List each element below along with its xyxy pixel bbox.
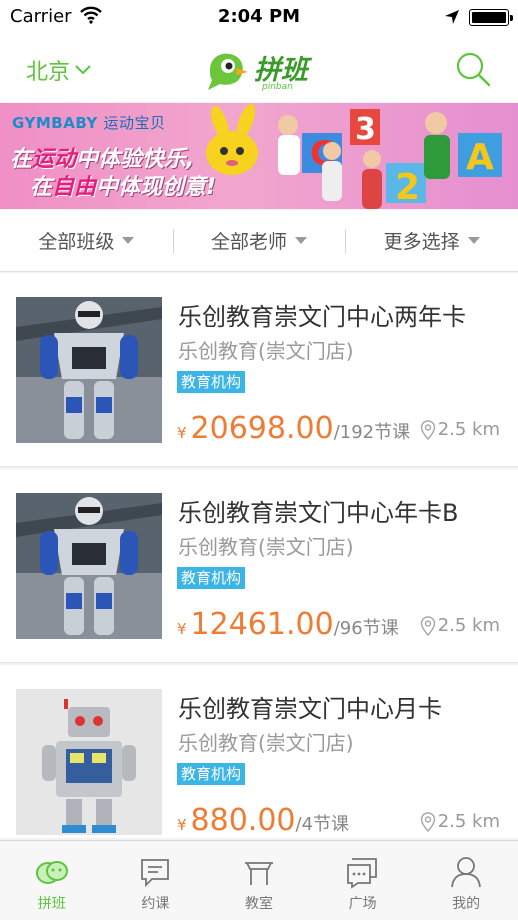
caret-down-icon <box>467 237 480 244</box>
course-card[interactable]: 乐创教育崇文门中心年卡B 乐创教育(崇文门店) 教育机构 ¥ 12461.00 … <box>0 469 518 663</box>
status-bar: Carrier 2:04 PM <box>0 0 518 36</box>
course-title: 乐创教育崇文门中心年卡B <box>178 499 459 527</box>
status-time: 2:04 PM <box>217 6 301 27</box>
course-thumbnail-image <box>16 297 162 443</box>
caret-down-icon <box>295 237 308 244</box>
price-currency: ¥ <box>177 816 187 834</box>
course-card[interactable]: 乐创教育崇文门中心月卡 乐创教育(崇文门店) 教育机构 ¥ 880.00 /4节… <box>0 665 518 838</box>
course-organization: 乐创教育(崇文门店) <box>178 339 354 363</box>
banner-highlight: 自由 <box>52 175 97 200</box>
course-thumbnail-image <box>16 689 162 835</box>
distance: 2.5 km <box>420 811 500 832</box>
tab-profile[interactable]: 我的 <box>414 841 518 920</box>
distance: 2.5 km <box>420 615 500 636</box>
banner-brand-cn: 运动宝贝 <box>103 114 166 132</box>
course-tag: 教育机构 <box>177 371 246 393</box>
lesson-count: /192节课 <box>333 422 411 443</box>
battery-icon <box>469 9 513 26</box>
square-chat-icon <box>346 858 377 889</box>
filter-label: 更多选择 <box>383 231 460 253</box>
location-icon <box>445 10 459 24</box>
user-icon <box>451 857 482 888</box>
course-organization: 乐创教育(崇文门店) <box>178 731 354 755</box>
tab-label: 拼班 <box>37 896 66 912</box>
tab-bar: 拼班 约课 教室 广场 我的 <box>0 840 518 920</box>
banner-illustration: C 3 2 A <box>206 103 502 209</box>
tab-pinban[interactable]: 拼班 <box>0 841 104 920</box>
price-value: 880.00 <box>190 803 296 838</box>
tab-label: 广场 <box>348 896 377 912</box>
logo-subtext: pinban <box>262 82 293 92</box>
search-icon[interactable] <box>454 50 492 88</box>
price-currency: ¥ <box>177 424 187 442</box>
course-tag: 教育机构 <box>177 567 246 589</box>
chevron-down-icon <box>75 65 91 75</box>
tab-booking[interactable]: 约课 <box>104 841 208 920</box>
filter-all-classes[interactable]: 全部班级 <box>0 210 173 271</box>
chat-icon <box>141 859 170 888</box>
course-title: 乐创教育崇文门中心两年卡 <box>178 303 466 331</box>
app-logo: 拼班 pinban <box>202 46 322 94</box>
course-thumbnail-image <box>16 493 162 639</box>
lesson-count: /96节课 <box>333 618 399 639</box>
location-pin-icon <box>420 811 435 832</box>
price-row: ¥ 880.00 /4节课 <box>177 803 349 838</box>
price-row: ¥ 12461.00 /96节课 <box>177 607 399 642</box>
banner-brand-en: GYMBABY <box>12 114 98 132</box>
desk-icon <box>244 862 273 885</box>
location-pin-icon <box>420 615 435 636</box>
filter-label: 全部班级 <box>38 231 115 253</box>
nav-bar: 北京 拼班 pinban <box>0 36 518 102</box>
price-value: 12461.00 <box>190 607 334 642</box>
svg-text:3: 3 <box>355 112 376 147</box>
tab-label: 我的 <box>452 896 481 912</box>
distance-value: 2.5 km <box>437 615 500 636</box>
filter-all-teachers[interactable]: 全部老师 <box>172 210 346 271</box>
tab-square[interactable]: 广场 <box>311 841 415 920</box>
distance-value: 2.5 km <box>437 811 500 832</box>
city-label: 北京 <box>26 60 71 85</box>
caret-down-icon <box>122 237 135 244</box>
filter-label: 全部老师 <box>211 231 288 253</box>
logo-mascot-icon <box>208 53 248 90</box>
price-row: ¥ 20698.00 /192节课 <box>177 411 410 446</box>
price-value: 20698.00 <box>190 411 334 446</box>
promo-banner[interactable]: GYMBABY 运动宝贝 在运动中体验快乐, 在自由中体现创意! C 3 2 A <box>0 103 518 209</box>
banner-text: 在 <box>30 175 53 200</box>
banner-text: 在 <box>10 147 33 172</box>
city-selector[interactable]: 北京 <box>26 54 92 86</box>
pinban-icon <box>35 861 68 884</box>
svg-text:A: A <box>466 137 494 178</box>
tab-label: 教室 <box>244 896 273 912</box>
svg-text:2: 2 <box>395 167 420 208</box>
tab-label: 约课 <box>141 896 170 912</box>
location-pin-icon <box>420 419 435 440</box>
course-tag: 教育机构 <box>177 763 246 785</box>
banner-slogan-line2: 在自由中体现创意! <box>30 169 216 201</box>
price-currency: ¥ <box>177 620 187 638</box>
tab-classroom[interactable]: 教室 <box>207 841 311 920</box>
course-title: 乐创教育崇文门中心月卡 <box>178 695 442 723</box>
course-list[interactable]: 乐创教育崇文门中心两年卡 乐创教育(崇文门店) 教育机构 ¥ 20698.00 … <box>0 273 518 838</box>
lesson-count: /4节课 <box>295 814 350 835</box>
course-card[interactable]: 乐创教育崇文门中心两年卡 乐创教育(崇文门店) 教育机构 ¥ 20698.00 … <box>0 273 518 467</box>
distance: 2.5 km <box>420 419 500 440</box>
filter-bar: 全部班级 全部老师 更多选择 <box>0 210 518 272</box>
distance-value: 2.5 km <box>437 419 500 440</box>
course-organization: 乐创教育(崇文门店) <box>178 535 354 559</box>
filter-more-options[interactable]: 更多选择 <box>345 210 518 271</box>
banner-brand: GYMBABY 运动宝贝 <box>12 112 166 133</box>
